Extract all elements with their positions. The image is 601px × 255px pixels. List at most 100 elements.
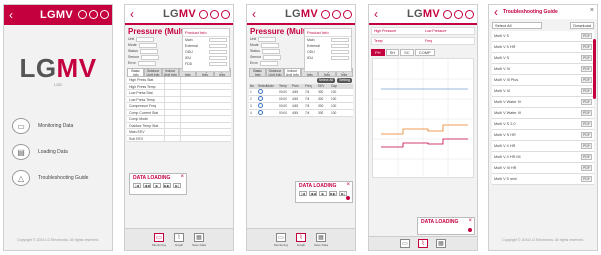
rewind-button[interactable]: ◀◀ — [309, 191, 317, 196]
list-item[interactable]: Multi V 4 HR MI PDF — [492, 152, 594, 163]
pdf-button[interactable]: PDF — [581, 88, 592, 94]
first-button[interactable]: |◀ — [299, 191, 307, 196]
close-icon[interactable]: × — [468, 218, 472, 224]
pdf-button[interactable]: PDF — [581, 33, 592, 39]
select-radio[interactable] — [257, 89, 265, 95]
mode-field[interactable] — [260, 42, 279, 48]
nav-save-data[interactable]: ▦ Save Data — [192, 232, 206, 247]
info-field[interactable] — [331, 56, 349, 60]
tab[interactable]: Outdoor Unit Info — [144, 68, 162, 77]
list-item[interactable]: Multi V 4 HR PDF — [492, 141, 594, 152]
pdf-button[interactable]: PDF — [581, 66, 592, 72]
menu-icon[interactable] — [443, 10, 452, 19]
tab[interactable]: Basic Info — [127, 68, 145, 77]
nav-graph[interactable]: ⌇ Graph — [296, 232, 306, 247]
info-field[interactable] — [209, 44, 227, 48]
menu-icon[interactable] — [321, 10, 330, 19]
list-item[interactable]: Multi V S HR PDF — [492, 130, 594, 141]
menu-monitoring-data[interactable]: ▭ Monitoring Data — [12, 113, 104, 139]
pdf-button[interactable]: PDF — [581, 77, 592, 83]
pdf-button[interactable]: PDF — [581, 132, 592, 138]
list-item[interactable]: Multi V III Plus PDF — [492, 75, 594, 86]
tab-sc[interactable]: SC — [400, 49, 414, 56]
setting-button[interactable]: Setting — [337, 78, 352, 83]
sensor-field[interactable] — [263, 54, 282, 60]
table-row[interactable]: 4 00:00 4/45 7/4 300 100 — [249, 110, 353, 117]
pdf-button[interactable]: PDF — [581, 99, 592, 105]
tab[interactable]: Indoor Unit Info — [161, 68, 179, 77]
first-button[interactable]: |◀ — [133, 183, 141, 188]
list-item[interactable]: Multi V 5 HR PDF — [492, 42, 594, 53]
tab-sh[interactable]: SH — [385, 49, 400, 56]
play-button[interactable]: ▶ — [319, 191, 327, 196]
close-icon[interactable]: × — [346, 182, 350, 188]
info-icon[interactable] — [100, 10, 109, 19]
select-radio[interactable] — [257, 96, 265, 102]
select-radio[interactable] — [257, 110, 265, 116]
table-row[interactable]: 3 00:00 4/45 7/4 300 100 — [249, 103, 353, 110]
select-all-button[interactable]: Select All — [316, 78, 336, 83]
unit-field[interactable] — [258, 36, 277, 42]
nav-save-data[interactable]: ▦ — [436, 239, 446, 248]
info-field[interactable] — [331, 38, 349, 42]
pdf-button[interactable]: PDF — [581, 44, 592, 50]
settings-icon[interactable] — [89, 10, 98, 19]
info-icon[interactable] — [221, 10, 230, 19]
select-dropdown[interactable]: Select All — [492, 21, 542, 29]
list-item[interactable]: Multi V III PDF — [492, 86, 594, 97]
nav-monitoring[interactable]: ▭ Monitoring — [274, 232, 288, 247]
nav-graph[interactable]: ⌇ — [418, 239, 428, 248]
pdf-button[interactable]: PDF — [581, 165, 592, 171]
list-item[interactable]: Multi V 5 PDF — [492, 31, 594, 42]
pdf-button[interactable]: PDF — [581, 55, 592, 61]
list-item[interactable]: Multi V S PDF — [492, 53, 594, 64]
menu-icon[interactable] — [199, 10, 208, 19]
close-icon[interactable]: × — [590, 7, 594, 14]
menu-troubleshooting-guide[interactable]: △ Troubleshooting Guide — [12, 165, 104, 191]
info-icon[interactable] — [343, 10, 352, 19]
select-radio[interactable] — [257, 103, 265, 109]
tab[interactable]: Outdoor Unit Info — [266, 68, 284, 77]
nav-monitoring[interactable]: ▭ — [400, 239, 410, 248]
pdf-button[interactable]: PDF — [581, 154, 592, 160]
back-icon[interactable]: ‹ — [369, 5, 383, 24]
menu-icon[interactable] — [78, 10, 87, 19]
forward-button[interactable]: ▶▶ — [163, 183, 171, 188]
play-button[interactable]: ▶ — [153, 183, 161, 188]
info-field[interactable] — [209, 56, 227, 60]
table-row[interactable]: 1 00:00 4/45 7/4 300 100 — [249, 89, 353, 96]
info-field[interactable] — [331, 44, 349, 48]
error-field[interactable] — [137, 60, 156, 66]
settings-icon[interactable] — [454, 10, 463, 19]
nav-save-data[interactable]: ▦ Save Data — [314, 232, 328, 247]
back-icon[interactable]: ‹ — [4, 5, 18, 25]
pdf-button[interactable]: PDF — [581, 110, 592, 116]
back-icon[interactable]: ‹ — [247, 5, 261, 24]
list-item[interactable]: Multi V Water III PDF — [492, 108, 594, 119]
sensor-field[interactable] — [141, 54, 160, 60]
pdf-button[interactable]: PDF — [581, 121, 592, 127]
list-item[interactable]: Multi V III HR PDF — [492, 163, 594, 174]
pdf-button[interactable]: PDF — [581, 176, 592, 182]
menu-loading-data[interactable]: ▤ Loading Data — [12, 139, 104, 165]
status-field[interactable] — [261, 48, 280, 54]
download-button[interactable]: Download — [570, 21, 594, 29]
mode-field[interactable] — [138, 42, 157, 48]
info-icon[interactable] — [465, 10, 474, 19]
last-button[interactable]: ▶| — [339, 191, 347, 196]
error-field[interactable] — [259, 60, 278, 66]
pdf-button[interactable]: PDF — [581, 143, 592, 149]
back-icon[interactable]: ‹ — [489, 5, 503, 22]
nav-monitoring[interactable]: ▭ Monitoring — [152, 232, 166, 247]
table-row[interactable]: 2 00:00 4/45 7/4 300 100 — [249, 96, 353, 103]
settings-icon[interactable] — [332, 10, 341, 19]
nav-graph[interactable]: ⌇ Graph — [174, 232, 184, 247]
list-item[interactable]: Multi V IV PDF — [492, 64, 594, 75]
forward-button[interactable]: ▶▶ — [329, 191, 337, 196]
last-button[interactable]: ▶| — [173, 183, 181, 188]
list-item[interactable]: Multi V S 2.0 PDF — [492, 119, 594, 130]
tab[interactable]: Indoor Unit Info — [283, 68, 301, 77]
close-icon[interactable]: × — [180, 174, 184, 180]
status-field[interactable] — [139, 48, 158, 54]
info-field[interactable] — [209, 62, 227, 66]
